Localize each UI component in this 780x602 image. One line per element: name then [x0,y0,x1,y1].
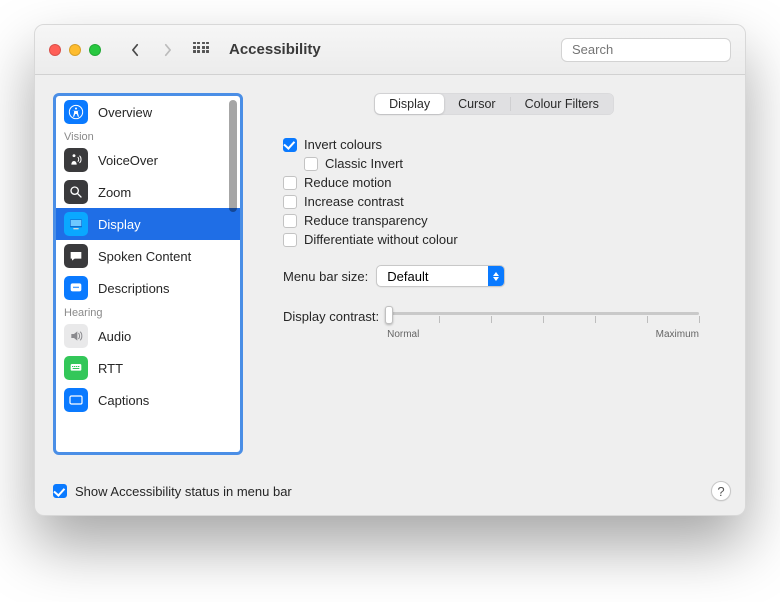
classic-invert-label: Classic Invert [325,156,403,171]
tab-colour-filters[interactable]: Colour Filters [511,94,613,114]
sidebar-item-label: Audio [98,329,131,344]
sidebar-item-audio[interactable]: Audio [56,320,240,352]
descriptions-icon [64,276,88,300]
display-tabs: Display Cursor Colour Filters [374,93,614,115]
differentiate-colour-label: Differentiate without colour [304,232,458,247]
show-status-menubar-checkbox[interactable] [53,484,67,498]
stepper-icon [488,266,504,286]
category-sidebar: Overview Vision VoiceOver Zoom [53,93,243,455]
close-window-button[interactable] [49,44,61,56]
sidebar-item-display[interactable]: Display [56,208,240,240]
sidebar-item-rtt[interactable]: RTT [56,352,240,384]
window-title: Accessibility [229,41,321,58]
show-all-preferences-button[interactable] [193,42,209,58]
sidebar-item-label: Captions [98,393,149,408]
spoken-content-icon [64,244,88,268]
search-input[interactable] [572,42,746,57]
display-contrast-slider[interactable] [387,307,699,327]
help-button[interactable]: ? [711,481,731,501]
display-settings-pane: Display Cursor Colour Filters Invert col… [261,93,727,455]
classic-invert-checkbox[interactable] [304,157,318,171]
back-button[interactable] [123,39,147,61]
voiceover-icon [64,148,88,172]
zoom-window-button[interactable] [89,44,101,56]
reduce-motion-label: Reduce motion [304,175,391,190]
sidebar-item-label: Descriptions [98,281,170,296]
search-field[interactable] [561,38,731,62]
reduce-motion-checkbox[interactable] [283,176,297,190]
menu-bar-size-select[interactable]: Default [376,265,505,287]
slider-knob[interactable] [385,306,393,324]
invert-colours-label: Invert colours [304,137,382,152]
window-controls [49,44,101,56]
reduce-transparency-checkbox[interactable] [283,214,297,228]
differentiate-colour-checkbox[interactable] [283,233,297,247]
sidebar-item-overview[interactable]: Overview [56,96,240,128]
sidebar-item-captions[interactable]: Captions [56,384,240,416]
sidebar-item-label: Zoom [98,185,131,200]
sidebar-item-label: Display [98,217,141,232]
sidebar-item-spoken-content[interactable]: Spoken Content [56,240,240,272]
menu-bar-size-label: Menu bar size: [283,269,368,284]
sidebar-item-label: RTT [98,361,123,376]
accessibility-window: Accessibility Overview Vision [34,24,746,516]
display-contrast-label: Display contrast: [283,307,379,324]
sidebar-scrollbar[interactable] [229,100,237,212]
sidebar-item-descriptions[interactable]: Descriptions [56,272,240,304]
sidebar-item-voiceover[interactable]: VoiceOver [56,144,240,176]
increase-contrast-label: Increase contrast [304,194,404,209]
invert-colours-checkbox[interactable] [283,138,297,152]
zoom-icon [64,180,88,204]
forward-button [155,39,179,61]
sidebar-item-label: Overview [98,105,152,120]
reduce-transparency-label: Reduce transparency [304,213,428,228]
sidebar-section-hearing: Hearing [56,304,240,320]
show-status-menubar-label: Show Accessibility status in menu bar [75,484,292,499]
contrast-max-label: Maximum [656,329,699,340]
contrast-min-label: Normal [387,329,419,340]
minimize-window-button[interactable] [69,44,81,56]
sidebar-item-zoom[interactable]: Zoom [56,176,240,208]
display-icon [64,212,88,236]
captions-icon [64,388,88,412]
increase-contrast-checkbox[interactable] [283,195,297,209]
tab-cursor[interactable]: Cursor [444,94,510,114]
tab-display[interactable]: Display [375,94,444,114]
rtt-icon [64,356,88,380]
sidebar-section-vision: Vision [56,128,240,144]
sidebar-item-label: Spoken Content [98,249,191,264]
accessibility-icon [64,100,88,124]
sidebar-item-label: VoiceOver [98,153,158,168]
menu-bar-size-value: Default [377,269,488,284]
footer: Show Accessibility status in menu bar ? [35,473,745,515]
audio-icon [64,324,88,348]
titlebar: Accessibility [35,25,745,75]
